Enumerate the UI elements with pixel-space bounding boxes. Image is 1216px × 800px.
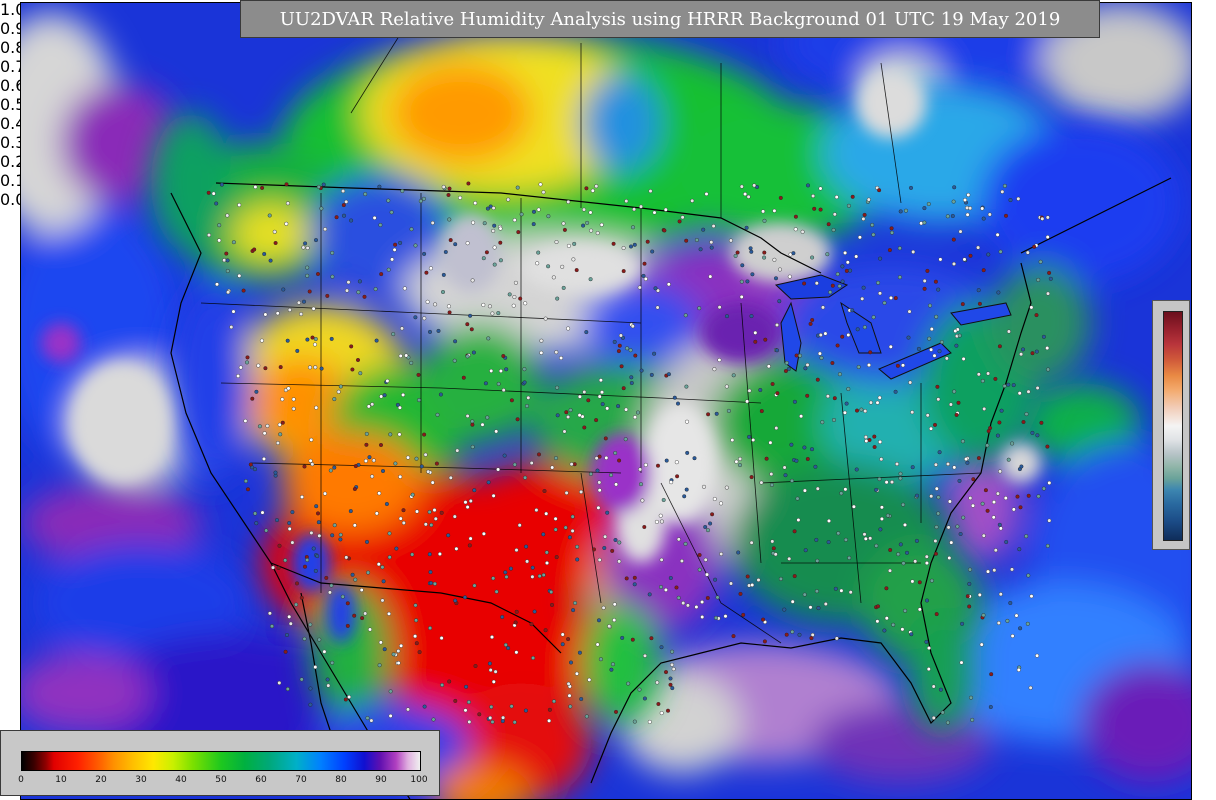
scale-tick-20: 20 [95, 775, 107, 785]
increment-colorbar [1152, 300, 1190, 550]
scale-tick-70: 70 [295, 775, 307, 785]
scale-tick-50: 50 [215, 775, 227, 785]
humidity-colorbar: 0 10 20 30 40 50 60 70 80 90 100 [0, 730, 440, 796]
increment-colorbar-gradient [1163, 311, 1183, 541]
map-title: UU2DVAR Relative Humidity Analysis using… [240, 0, 1100, 38]
map-panel [20, 2, 1192, 800]
scale-tick-90: 90 [375, 775, 387, 785]
scale-tick-80: 80 [335, 775, 347, 785]
humidity-colorbar-gradient [21, 751, 421, 771]
scale-tick-0: 0 [18, 775, 24, 785]
scale-tick-30: 30 [135, 775, 147, 785]
scale-tick-40: 40 [175, 775, 187, 785]
scale-tick-60: 60 [255, 775, 267, 785]
scale-tick-100: 100 [410, 775, 428, 785]
scale-tick-10: 10 [55, 775, 67, 785]
relative-humidity-map [21, 3, 1191, 799]
